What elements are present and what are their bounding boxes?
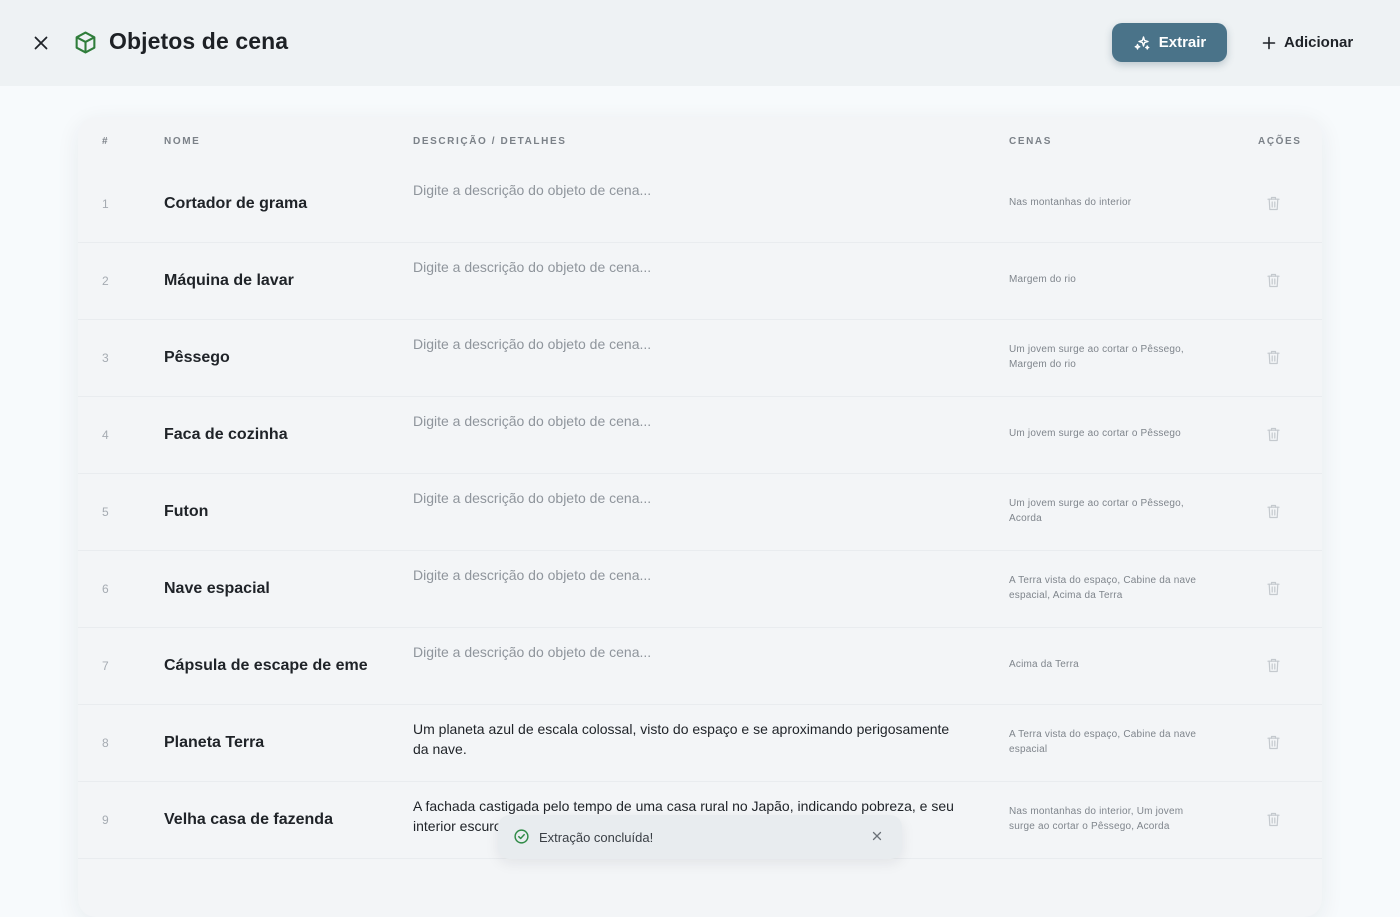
- trash-icon: [1266, 350, 1280, 365]
- check-circle-icon: [514, 829, 529, 844]
- trash-icon: [1266, 658, 1280, 673]
- table-row: 5 Futon Digite a descrição do objeto de ce…: [78, 473, 1322, 551]
- prop-name-field[interactable]: Cápsula de escape de emer: [164, 627, 367, 704]
- prop-scenes: Um jovem surge ao cortar o Pêssego, Marg…: [1009, 319, 1209, 396]
- delete-button[interactable]: [1264, 473, 1282, 550]
- prop-scenes-text: Nas montanhas do interior: [1009, 197, 1132, 209]
- close-icon: [872, 831, 882, 841]
- prop-scenes-text: A Terra vista do espaço, Cabine da nave …: [1009, 575, 1197, 601]
- prop-description-field[interactable]: Digite a descrição do objeto de cena...: [413, 180, 963, 200]
- prop-description-field[interactable]: Digite a descrição do objeto de cena...: [413, 488, 963, 508]
- delete-button[interactable]: [1264, 319, 1282, 396]
- trash-icon: [1266, 812, 1280, 827]
- column-header-description: DESCRIÇÃO / DETALHES: [413, 136, 567, 147]
- prop-scenes: A Terra vista do espaço, Cabine da nave …: [1009, 704, 1209, 781]
- prop-scenes-text: Acima da Terra: [1009, 659, 1079, 671]
- prop-scenes-text: Um jovem surge ao cortar o Pêssego: [1009, 428, 1181, 440]
- prop-description-field[interactable]: Digite a descrição do objeto de cena...: [413, 257, 963, 277]
- prop-scenes: Nas montanhas do interior, Um jovem surg…: [1009, 781, 1209, 858]
- delete-button[interactable]: [1264, 242, 1282, 319]
- column-header-scenes: CENAS: [1009, 136, 1053, 147]
- row-index: 9: [102, 812, 109, 827]
- prop-description-field[interactable]: Digite a descrição do objeto de cena...: [413, 334, 963, 354]
- add-button[interactable]: Adicionar: [1262, 23, 1353, 62]
- prop-name-field[interactable]: Cortador de grama: [164, 165, 367, 242]
- table-row: 7 Cápsula de escape de emer Digite a descr…: [78, 627, 1322, 705]
- toast-notification: Extração concluída!: [498, 815, 902, 859]
- row-index: 4: [102, 427, 109, 442]
- row-index: 6: [102, 581, 109, 596]
- cube-icon: [75, 31, 96, 54]
- toast-close-button[interactable]: [869, 828, 885, 844]
- row-index: 2: [102, 273, 109, 288]
- trash-icon: [1266, 427, 1280, 442]
- delete-button[interactable]: [1264, 781, 1282, 858]
- table-row: 6 Nave espacial Digite a descrição do obje…: [78, 550, 1322, 628]
- table-row: 3 Pêssego Digite a descrição do objeto de …: [78, 319, 1322, 397]
- extract-button[interactable]: Extrair: [1112, 23, 1227, 62]
- delete-button[interactable]: [1264, 165, 1282, 242]
- prop-name-field[interactable]: Planeta Terra: [164, 704, 367, 781]
- prop-scenes: Um jovem surge ao cortar o Pêssego: [1009, 396, 1209, 473]
- table-row: 1 Cortador de grama Digite a descrição do …: [78, 165, 1322, 243]
- page-header: Objetos de cena Extrair Adicionar: [0, 0, 1400, 86]
- prop-scenes: Acima da Terra: [1009, 627, 1209, 704]
- column-header-index: #: [102, 136, 110, 147]
- trash-icon: [1266, 504, 1280, 519]
- close-icon: [34, 36, 48, 50]
- prop-name-field[interactable]: Faca de cozinha: [164, 396, 367, 473]
- close-button[interactable]: [30, 32, 52, 54]
- prop-scenes-text: A Terra vista do espaço, Cabine da nave …: [1009, 729, 1197, 755]
- page-title: Objetos de cena: [109, 28, 289, 54]
- prop-scenes-text: Margem do rio: [1009, 274, 1077, 286]
- prop-description-field[interactable]: Digite a descrição do objeto de cena...: [413, 411, 963, 431]
- trash-icon: [1266, 735, 1280, 750]
- props-table: # NOME DESCRIÇÃO / DETALHES CENAS AÇÕES …: [78, 117, 1322, 917]
- delete-button[interactable]: [1264, 550, 1282, 627]
- prop-scenes: A Terra vista do espaço, Cabine da nave …: [1009, 550, 1209, 627]
- column-header-name: NOME: [164, 136, 201, 147]
- prop-description-field[interactable]: Digite a descrição do objeto de cena...: [413, 642, 963, 662]
- row-index: 5: [102, 504, 109, 519]
- prop-name-field[interactable]: Futon: [164, 473, 367, 550]
- prop-scenes: Um jovem surge ao cortar o Pêssego, Acor…: [1009, 473, 1209, 550]
- plus-icon: [1262, 36, 1276, 49]
- prop-description-field[interactable]: Um planeta azul de escala colossal, vist…: [413, 719, 963, 759]
- delete-button[interactable]: [1264, 396, 1282, 473]
- prop-scenes-text: Um jovem surge ao cortar o Pêssego, Acor…: [1009, 498, 1184, 524]
- table-row: 4 Faca de cozinha Digite a descrição do ob…: [78, 396, 1322, 474]
- row-index: 7: [102, 658, 109, 673]
- trash-icon: [1266, 273, 1280, 288]
- prop-scenes: Nas montanhas do interior: [1009, 165, 1209, 242]
- add-button-label: Adicionar: [1284, 34, 1354, 51]
- prop-scenes-text: Nas montanhas do interior, Um jovem surg…: [1009, 806, 1184, 832]
- row-index: 8: [102, 735, 109, 750]
- prop-description-field[interactable]: Digite a descrição do objeto de cena...: [413, 565, 963, 585]
- prop-scenes-text: Um jovem surge ao cortar o Pêssego, Marg…: [1009, 344, 1184, 370]
- toast-message: Extração concluída!: [539, 830, 654, 845]
- table-header: # NOME DESCRIÇÃO / DETALHES CENAS AÇÕES: [78, 117, 1322, 165]
- trash-icon: [1266, 581, 1280, 596]
- delete-button[interactable]: [1264, 704, 1282, 781]
- prop-name-field[interactable]: Nave espacial: [164, 550, 367, 627]
- prop-name-field[interactable]: Máquina de lavar: [164, 242, 367, 319]
- prop-scenes: Margem do rio: [1009, 242, 1209, 319]
- row-index: 3: [102, 350, 109, 365]
- trash-icon: [1266, 196, 1280, 211]
- prop-name-field[interactable]: Velha casa de fazenda: [164, 781, 367, 858]
- table-row: 2 Máquina de lavar Digite a descrição do o…: [78, 242, 1322, 320]
- delete-button[interactable]: [1264, 627, 1282, 704]
- extract-button-label: Extrair: [1158, 34, 1207, 51]
- column-header-actions: AÇÕES: [1258, 136, 1302, 147]
- row-index: 1: [102, 196, 109, 211]
- table-row: 8 Planeta Terra Um planeta azul de escala …: [78, 704, 1322, 782]
- prop-name-field[interactable]: Pêssego: [164, 319, 367, 396]
- sparkles-icon: [1134, 35, 1150, 50]
